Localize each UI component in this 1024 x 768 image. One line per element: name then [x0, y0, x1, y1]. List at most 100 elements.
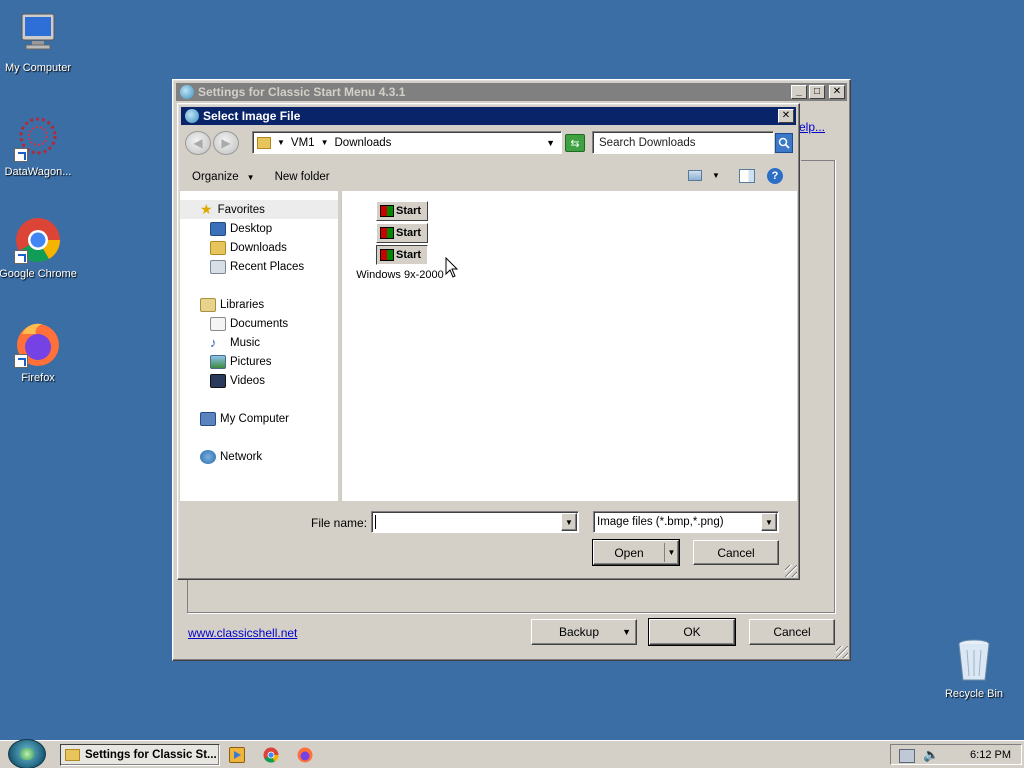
nav-item-desktop[interactable]: Desktop — [180, 219, 338, 238]
close-button[interactable]: ✕ — [829, 85, 845, 99]
settings-cancel-button[interactable]: Cancel — [749, 619, 835, 645]
file-thumbnail: Start Start Start — [376, 201, 428, 267]
ok-button[interactable]: OK — [648, 618, 736, 646]
desktop-icon-firefox[interactable]: Firefox — [0, 320, 78, 384]
new-folder-button[interactable]: New folder — [275, 171, 330, 183]
quicklaunch-media-player[interactable] — [229, 747, 245, 763]
breadcrumb-downloads[interactable]: Downloads — [335, 137, 392, 149]
desktop-icon-label: Google Chrome — [0, 268, 77, 280]
back-arrow-icon: ◀ — [193, 136, 203, 150]
mouse-cursor-icon — [445, 257, 459, 278]
clock[interactable]: 6:12 PM — [970, 749, 1011, 761]
view-icon — [688, 170, 702, 181]
search-input[interactable]: Search Downloads — [592, 131, 774, 154]
desktop-icon-label: My Computer — [4, 62, 72, 74]
file-name-label-text: File name: — [311, 516, 368, 530]
file-type-dropdown-button[interactable]: ▼ — [761, 513, 777, 531]
desktop-icon-recycle-bin[interactable]: Recycle Bin — [934, 636, 1014, 700]
system-tray: 🔈 6:12 PM — [890, 744, 1022, 765]
website-link[interactable]: www.classicshell.net — [188, 626, 297, 640]
nav-item-documents[interactable]: Documents — [180, 314, 338, 333]
dialog-titlebar[interactable]: Select Image File ✕ — [181, 107, 796, 125]
windows-flag-icon — [380, 205, 394, 217]
help-link[interactable]: elp... — [799, 120, 825, 134]
dropdown-arrow-icon: ▼ — [622, 627, 631, 637]
preview-pane-button[interactable] — [739, 169, 755, 183]
shortcut-arrow-icon — [14, 148, 28, 162]
nav-my-computer[interactable]: My Computer — [180, 409, 338, 428]
dropdown-arrow-icon: ▼ — [664, 543, 678, 562]
file-name-input[interactable]: ▼ — [371, 511, 579, 533]
refresh-button[interactable]: ⇆ — [565, 134, 585, 152]
start-button-preview: Start — [376, 201, 428, 221]
start-button[interactable] — [8, 739, 46, 768]
chevron-down-icon: ▼ — [712, 171, 720, 180]
command-bar: Organize ▼ New folder ▼ ? — [180, 163, 797, 191]
desktop-icon-my-computer[interactable]: My Computer — [0, 10, 78, 74]
file-item[interactable]: Start Start Start Windows 9x-2000 — [356, 201, 456, 281]
minimize-button[interactable]: _ — [791, 85, 807, 99]
volume-icon[interactable]: 🔈 — [923, 747, 939, 763]
breadcrumb-vm1[interactable]: VM1 — [291, 137, 315, 149]
chevron-down-icon: ▼ — [246, 172, 255, 182]
taskbar-task-settings[interactable]: Settings for Classic St... — [60, 744, 220, 766]
help-icon: ? — [771, 170, 779, 182]
nav-network[interactable]: Network — [180, 447, 338, 466]
recent-places-icon — [210, 259, 226, 274]
desktop-icon-datawagon[interactable]: DataWagon... — [0, 114, 78, 178]
nav-item-music[interactable]: ♪ Music — [180, 333, 338, 352]
file-type-select[interactable]: Image files (*.bmp,*.png) ▼ — [593, 511, 779, 533]
videos-icon — [210, 373, 226, 388]
quicklaunch-chrome-icon[interactable] — [263, 747, 279, 763]
address-dropdown-icon[interactable]: ▼ — [546, 138, 555, 148]
maximize-button[interactable]: □ — [809, 85, 825, 99]
file-name-dropdown-button[interactable]: ▼ — [561, 513, 577, 531]
forward-button[interactable]: ▶ — [213, 131, 239, 155]
nav-item-recent-places[interactable]: Recent Places — [180, 257, 338, 276]
settings-content-frame — [187, 575, 835, 613]
start-button-preview: Start — [376, 245, 428, 265]
firefox-icon — [14, 320, 62, 368]
desktop-icon-label: DataWagon... — [4, 166, 72, 178]
shortcut-arrow-icon — [14, 250, 28, 264]
select-image-dialog: Select Image File ✕ ◀ ▶ ▼ VM1 ▼ Download… — [177, 103, 800, 580]
nav-item-downloads[interactable]: Downloads — [180, 238, 338, 257]
classic-shell-icon — [180, 85, 194, 99]
desktop-icon-google-chrome[interactable]: Google Chrome — [0, 216, 78, 280]
organize-button[interactable]: Organize ▼ — [192, 171, 255, 183]
settings-titlebar[interactable]: Settings for Classic Start Menu 4.3.1 _ … — [176, 83, 847, 101]
breadcrumb-separator-icon: ▼ — [277, 138, 285, 147]
resize-grip-icon[interactable] — [836, 646, 848, 658]
view-options-button[interactable]: ▼ — [688, 170, 720, 181]
resize-grip-icon[interactable] — [785, 565, 797, 577]
taskbar: Settings for Classic St... 🔈 6:12 PM — [0, 739, 1024, 768]
computer-icon — [200, 411, 216, 426]
address-bar[interactable]: ▼ VM1 ▼ Downloads ▼ — [252, 131, 562, 154]
quicklaunch-firefox-icon[interactable] — [297, 747, 313, 763]
text-caret — [375, 515, 376, 529]
dialog-close-button[interactable]: ✕ — [778, 109, 794, 123]
nav-libraries[interactable]: Libraries — [180, 295, 338, 314]
star-icon: ★ — [200, 201, 213, 217]
nav-item-pictures[interactable]: Pictures — [180, 352, 338, 371]
settings-folder-icon — [65, 749, 80, 761]
open-button[interactable]: Open ▼ — [592, 539, 680, 566]
start-button-preview: Start — [376, 223, 428, 243]
settings-window-title: Settings for Classic Start Menu 4.3.1 — [198, 85, 406, 99]
music-icon: ♪ — [210, 335, 217, 350]
nav-item-videos[interactable]: Videos — [180, 371, 338, 390]
documents-icon — [210, 316, 226, 331]
breadcrumb-separator-icon: ▼ — [320, 138, 329, 147]
nav-favorites[interactable]: ★ Favorites — [180, 200, 338, 219]
recycle-bin-icon — [950, 636, 998, 684]
help-button[interactable]: ? — [767, 168, 783, 184]
dialog-cancel-button[interactable]: Cancel — [693, 540, 779, 565]
backup-button[interactable]: Backup ▼ — [531, 619, 637, 645]
back-button[interactable]: ◀ — [185, 131, 211, 155]
network-tray-icon[interactable] — [899, 749, 915, 763]
shortcut-arrow-icon — [14, 354, 28, 368]
classic-shell-icon — [185, 109, 199, 123]
windows-flag-icon — [380, 249, 394, 261]
datawagon-icon — [14, 114, 62, 162]
search-button[interactable] — [775, 133, 793, 153]
